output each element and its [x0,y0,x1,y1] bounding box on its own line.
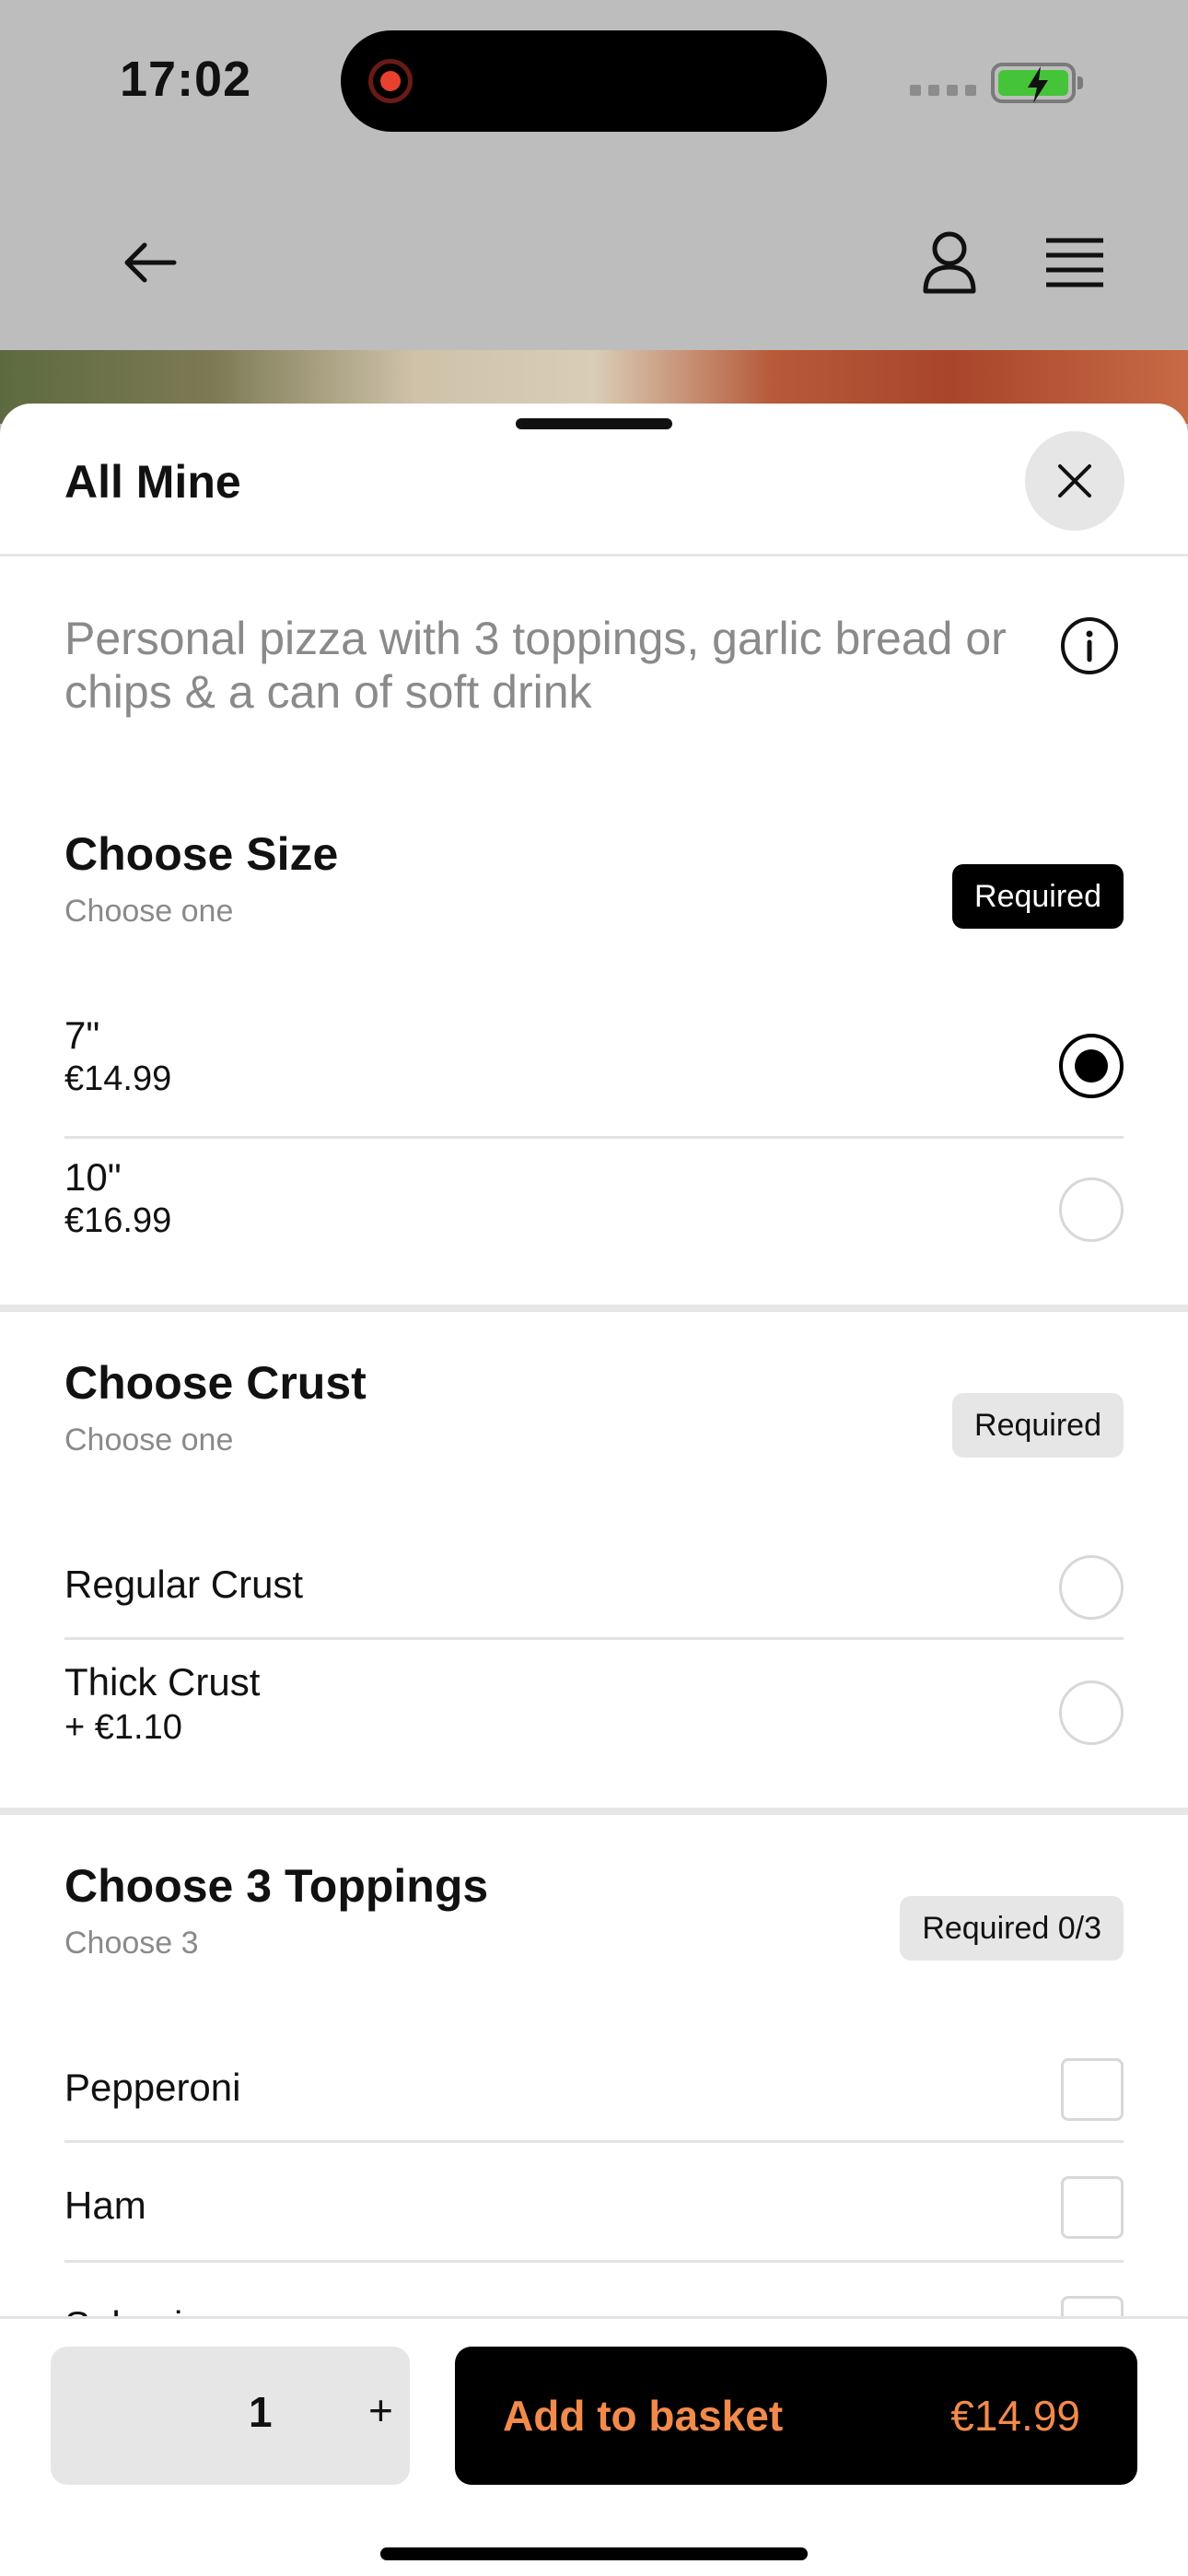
option-label: Thick Crust [64,1660,261,1704]
profile-button[interactable] [899,212,1000,313]
record-icon [368,59,413,103]
section-title: Choose 3 Toppings [64,1860,489,1912]
option-label: Pepperoni [64,2066,241,2109]
required-badge: Required 0/3 [900,1896,1124,1961]
checkbox[interactable] [1061,2058,1124,2121]
section-subtitle: Choose one [64,894,234,929]
radio-selected[interactable] [1059,1034,1124,1098]
size-option-10[interactable]: 10" €16.99 [64,1139,1124,1282]
back-button[interactable] [99,212,201,313]
add-to-basket-button[interactable]: Add to basket €14.99 [455,2347,1137,2485]
top-nav [0,212,1188,313]
toppings-section: Choose 3 Toppings Choose 3 Required 0/3 [0,1859,1188,2043]
checkbox[interactable] [1061,2176,1124,2239]
option-label: Ham [64,2184,146,2227]
add-to-basket-label: Add to basket [503,2392,784,2440]
section-subtitle: Choose one [64,1423,234,1458]
profile-icon [923,231,976,294]
radio-unselected[interactable] [1059,1177,1124,1242]
radio-unselected[interactable] [1059,1680,1124,1745]
option-label: 10" [64,1155,122,1199]
item-title: All Mine [64,456,241,508]
menu-icon [1046,238,1103,287]
add-to-basket-price: €14.99 [950,2392,1080,2440]
bottom-action-bar: 1 + Add to basket €14.99 [0,2316,1188,2576]
crust-option-regular[interactable]: Regular Crust [64,1537,1124,1640]
quantity-stepper: 1 + [51,2347,410,2485]
item-description: Personal pizza with 3 toppings, garlic b… [64,613,1007,718]
status-bar: 17:02 [0,0,1188,157]
home-indicator[interactable] [380,2547,808,2560]
option-price: €16.99 [64,1201,172,1240]
info-button[interactable] [1059,615,1120,676]
topping-option-ham[interactable]: Ham [64,2143,1124,2263]
crust-section: Choose Crust Choose one Required [0,1356,1188,1540]
signal-icon [910,85,976,96]
topping-option-pepperoni[interactable]: Pepperoni [64,2040,1124,2143]
crust-option-thick[interactable]: Thick Crust + €1.10 [64,1640,1124,1774]
quantity-plus-button[interactable]: + [368,2385,393,2435]
item-sheet: All Mine Personal pizza with 3 toppings,… [0,404,1188,2576]
option-label: Regular Crust [64,1563,304,1606]
info-icon [1061,617,1118,674]
size-option-7[interactable]: 7" €14.99 [64,1004,1124,1139]
section-title: Choose Crust [64,1357,367,1409]
sheet-header: All Mine [0,404,1188,556]
close-icon [1058,464,1091,498]
required-badge: Required [952,864,1124,929]
quantity-value: 1 [249,2388,273,2436]
option-price: + €1.10 [64,1708,182,1747]
required-badge: Required [952,1393,1124,1458]
dynamic-island [341,30,827,132]
section-divider [0,1305,1188,1312]
section-subtitle: Choose 3 [64,1926,199,1961]
menu-button[interactable] [1024,212,1125,313]
section-title: Choose Size [64,828,339,880]
option-price: €14.99 [64,1060,172,1098]
status-time: 17:02 [120,52,252,107]
battery-icon [991,63,1083,103]
close-button[interactable] [1025,431,1124,531]
back-arrow-icon [124,242,177,283]
radio-unselected[interactable] [1059,1555,1124,1620]
option-label: 7" [64,1013,100,1057]
section-divider [0,1808,1188,1815]
